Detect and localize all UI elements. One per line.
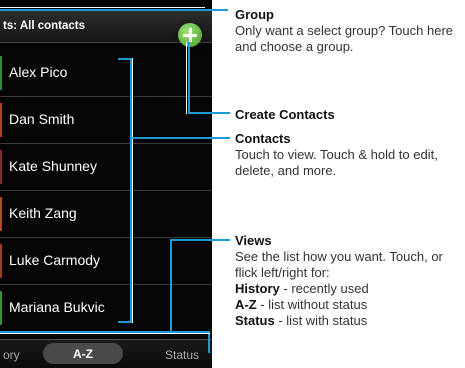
presence-stripe (0, 56, 2, 90)
contact-name: Luke Carmody (9, 252, 101, 268)
add-contact-button[interactable] (178, 23, 202, 47)
contact-name: Alex Pico (9, 64, 68, 80)
group-description: Only want a select group? Touch here and… (235, 23, 454, 54)
presence-stripe (0, 197, 2, 231)
views-item-history: History - recently used (235, 281, 369, 296)
phone-screen: ts: All contacts Alex Pico Dan Smith Kat… (0, 0, 212, 368)
presence-stripe (0, 291, 2, 325)
contacts-annotation: Contacts Touch to view. Touch & hold to … (235, 131, 457, 179)
tab-history[interactable]: ory (3, 348, 20, 362)
create-annotation: Create Contacts (235, 107, 457, 123)
contacts-heading: Contacts (235, 131, 291, 146)
contact-name: Keith Zang (9, 205, 77, 221)
contact-row[interactable]: Kate Shunney (0, 144, 212, 191)
views-item-status: Status - list with status (235, 313, 368, 328)
presence-stripe (0, 244, 2, 278)
create-heading: Create Contacts (235, 107, 335, 122)
view-tab-bar: ory A-Z Status (0, 339, 212, 368)
views-item-az: A-Z - list without status (235, 297, 368, 312)
contact-name: Mariana Bukvic (9, 299, 105, 315)
contacts-header-bar[interactable]: ts: All contacts (0, 9, 212, 47)
group-filter-label[interactable]: ts: All contacts (3, 20, 85, 32)
views-heading: Views (235, 233, 272, 248)
presence-stripe (0, 103, 2, 137)
tab-az[interactable]: A-Z (43, 343, 123, 364)
group-annotation: Group Only want a select group? Touch he… (235, 7, 457, 55)
views-description: See the list how you want. Touch, or fli… (235, 249, 443, 280)
tab-status[interactable]: Status (165, 348, 199, 362)
contact-row[interactable]: Mariana Bukvic (0, 285, 212, 331)
contact-name: Dan Smith (9, 111, 75, 127)
contact-row[interactable]: Keith Zang (0, 191, 212, 238)
create-callout-line (188, 42, 190, 114)
group-callout-line (0, 9, 228, 11)
group-heading: Group (235, 7, 274, 22)
tab-az-label: A-Z (73, 347, 93, 361)
views-callout-line (170, 239, 230, 241)
presence-stripe (0, 150, 2, 184)
views-annotation: Views See the list how you want. Touch, … (235, 233, 463, 329)
contact-name: Kate Shunney (9, 158, 97, 174)
contact-row[interactable]: Luke Carmody (0, 238, 212, 285)
contacts-description: Touch to view. Touch & hold to edit, del… (235, 147, 438, 178)
contact-row[interactable]: Alex Pico (0, 50, 212, 97)
